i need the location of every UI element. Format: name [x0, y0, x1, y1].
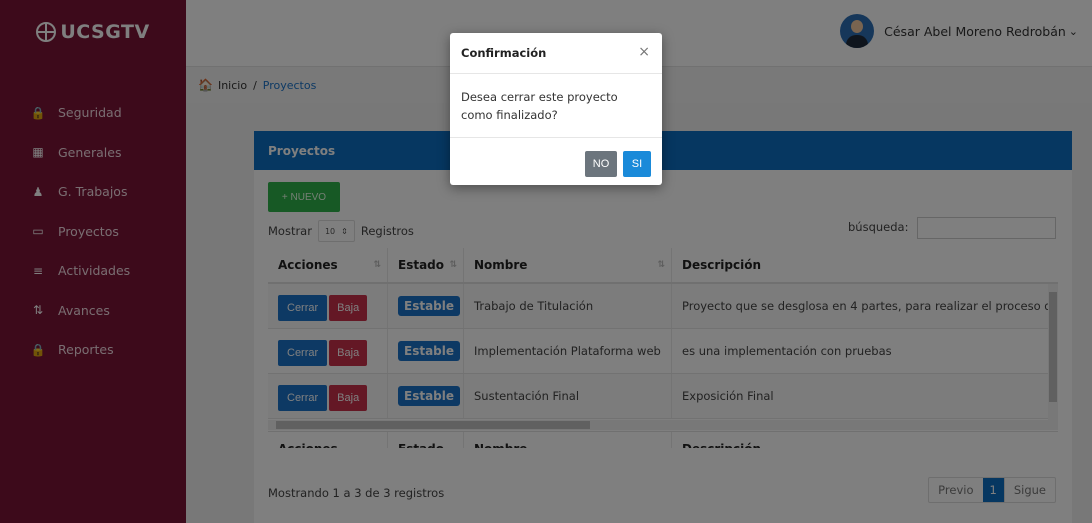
yes-button[interactable]: SI: [623, 151, 651, 177]
confirm-dialog: Confirmación × Desea cerrar este proyect…: [450, 33, 662, 185]
dialog-footer: NO SI: [450, 137, 662, 185]
app: UCSGTV 🔒 Seguridad ▦ Generales ♟ G. Trab…: [0, 0, 1092, 523]
close-icon[interactable]: ×: [638, 44, 650, 60]
dialog-title: Confirmación: [461, 46, 547, 60]
dialog-message: Desea cerrar este proyecto como finaliza…: [461, 90, 618, 122]
dialog-header: Confirmación ×: [450, 33, 662, 74]
no-button[interactable]: NO: [585, 151, 617, 177]
